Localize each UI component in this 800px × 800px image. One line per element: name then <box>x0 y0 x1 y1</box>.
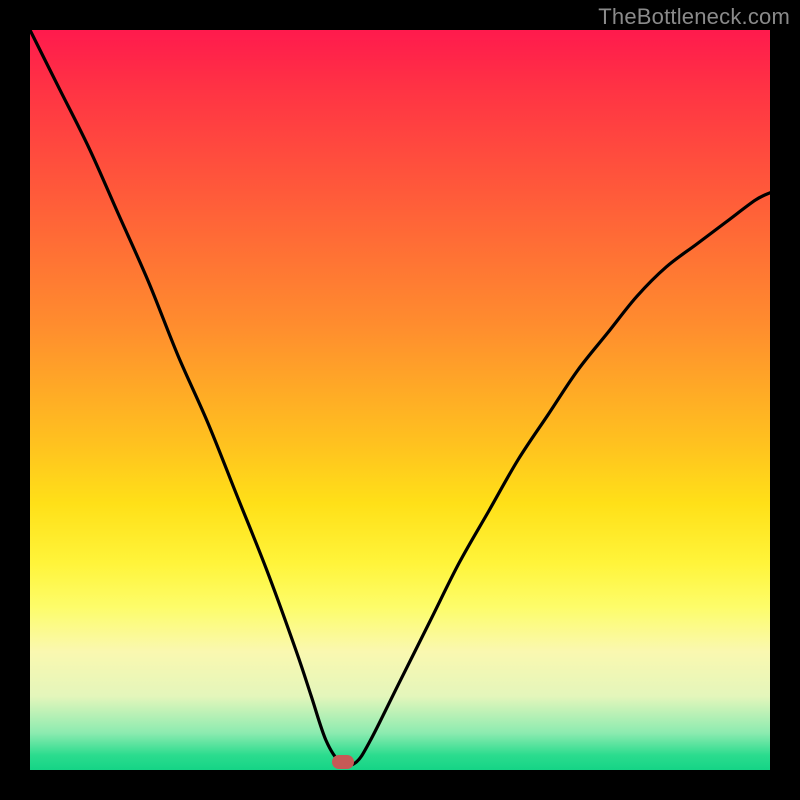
minimum-marker <box>332 755 354 769</box>
chart-frame: TheBottleneck.com <box>0 0 800 800</box>
plot-area <box>30 30 770 770</box>
watermark-text: TheBottleneck.com <box>598 4 790 30</box>
bottleneck-curve <box>30 30 770 770</box>
